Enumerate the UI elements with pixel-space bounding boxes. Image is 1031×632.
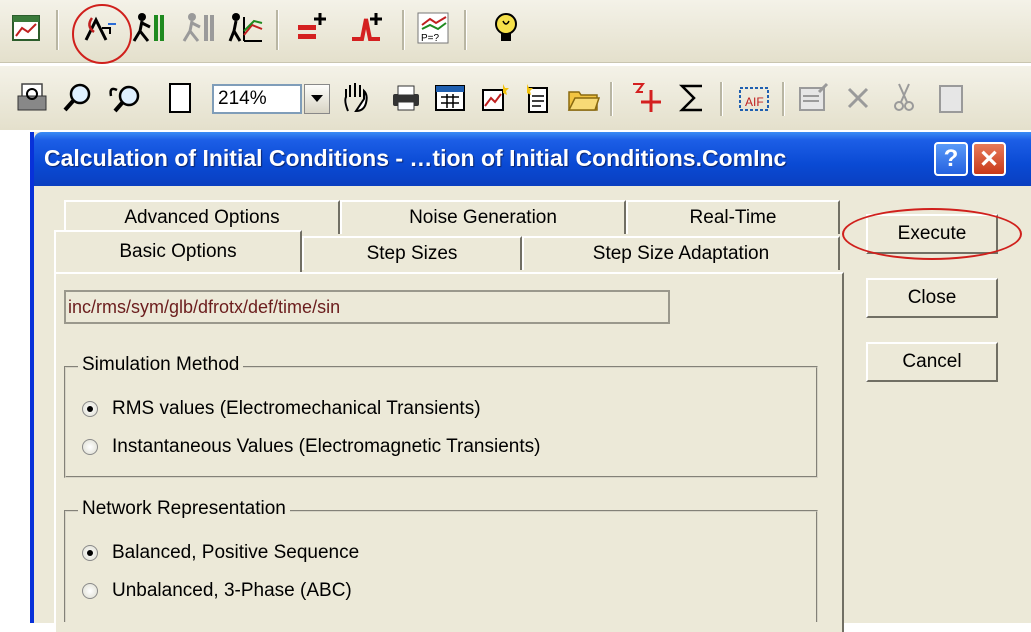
zoom-in-icon[interactable]	[58, 78, 98, 118]
start-simulation-icon[interactable]	[130, 8, 170, 48]
simulation-toolbar: P=?	[0, 0, 1031, 63]
simulation-method-group: Simulation Method RMS values (Electromec…	[64, 354, 818, 478]
network-representation-group: Network Representation Balanced, Positiv…	[64, 498, 818, 622]
close-window-button[interactable]: ✕	[972, 142, 1006, 176]
tab-real-time[interactable]: Real-Time	[626, 200, 840, 234]
svg-text:AIF: AIF	[745, 95, 764, 109]
svg-text:P=?: P=?	[421, 33, 440, 44]
radio-button-selected[interactable]	[82, 401, 98, 417]
radio-button-selected[interactable]	[82, 545, 98, 561]
tab-noise-generation[interactable]: Noise Generation	[340, 200, 626, 234]
tab-advanced-options[interactable]: Advanced Options	[64, 200, 340, 234]
cut-icon[interactable]	[884, 78, 924, 118]
help-button[interactable]: ?	[934, 142, 968, 176]
tab-basic-options[interactable]: Basic Options	[54, 230, 302, 272]
radio-rms-values-label: RMS values (Electromechanical Transients…	[112, 398, 481, 419]
network-representation-label: Network Representation	[78, 498, 290, 520]
stop-simulation-icon[interactable]	[180, 8, 220, 48]
radio-instantaneous-values[interactable]: Instantaneous Values (Electromagnetic Tr…	[82, 436, 540, 458]
tab-step-size-adaptation[interactable]: Step Size Adaptation	[522, 236, 840, 270]
execute-button[interactable]: Execute	[866, 214, 998, 254]
printer-icon[interactable]	[386, 78, 426, 118]
add-event-icon[interactable]	[348, 8, 388, 48]
open-folder-icon[interactable]	[564, 78, 604, 118]
radio-balanced-positive-sequence[interactable]: Balanced, Positive Sequence	[82, 542, 359, 564]
probability-icon[interactable]: P=?	[414, 8, 454, 48]
delete-icon[interactable]	[838, 78, 878, 118]
add-point-icon[interactable]	[626, 78, 666, 118]
zoom-level-input[interactable]: 214%	[212, 84, 302, 114]
calculator-icon[interactable]	[430, 78, 470, 118]
graph-window-icon[interactable]	[6, 8, 46, 48]
dialog-title-bar[interactable]: Calculation of Initial Conditions - …tio…	[34, 132, 1031, 186]
new-document-icon[interactable]	[518, 78, 558, 118]
add-variable-icon[interactable]	[292, 8, 332, 48]
edit-icon[interactable]	[794, 78, 834, 118]
radio-balanced-label: Balanced, Positive Sequence	[112, 542, 360, 563]
zoom-dropdown-button[interactable]	[304, 84, 330, 114]
chevron-down-icon	[311, 95, 323, 102]
bulb-icon[interactable]	[486, 8, 526, 48]
sum-icon[interactable]	[672, 78, 712, 118]
radio-button[interactable]	[82, 583, 98, 599]
radio-rms-values[interactable]: RMS values (Electromechanical Transients…	[82, 398, 481, 420]
radio-instantaneous-values-label: Instantaneous Values (Electromagnetic Tr…	[112, 436, 541, 457]
zoom-out-icon[interactable]	[104, 78, 144, 118]
select-area-icon[interactable]: AIF	[734, 78, 774, 118]
radio-button[interactable]	[82, 439, 98, 455]
paste-icon[interactable]	[934, 78, 964, 118]
close-button[interactable]: Close	[866, 278, 998, 318]
plot-icon[interactable]	[226, 8, 266, 48]
command-path-field: inc/rms/sym/glb/dfrotx/def/time/sin	[64, 290, 670, 324]
simulation-method-label: Simulation Method	[78, 354, 244, 376]
print-preview-icon[interactable]	[12, 78, 52, 118]
tab-step-sizes[interactable]: Step Sizes	[302, 236, 522, 270]
page-icon[interactable]	[160, 78, 200, 118]
radio-unbalanced-3-phase[interactable]: Unbalanced, 3-Phase (ABC)	[82, 580, 352, 602]
pan-hand-icon[interactable]	[336, 78, 376, 118]
dialog-title: Calculation of Initial Conditions - …tio…	[44, 145, 787, 171]
radio-unbalanced-label: Unbalanced, 3-Phase (ABC)	[112, 580, 352, 601]
highlight-circle	[72, 4, 132, 64]
new-graphic-icon[interactable]	[474, 78, 514, 118]
initial-conditions-dialog: Calculation of Initial Conditions - …tio…	[30, 132, 1031, 632]
graphics-toolbar-right: AIF	[334, 66, 1031, 130]
cancel-button[interactable]: Cancel	[866, 342, 998, 382]
